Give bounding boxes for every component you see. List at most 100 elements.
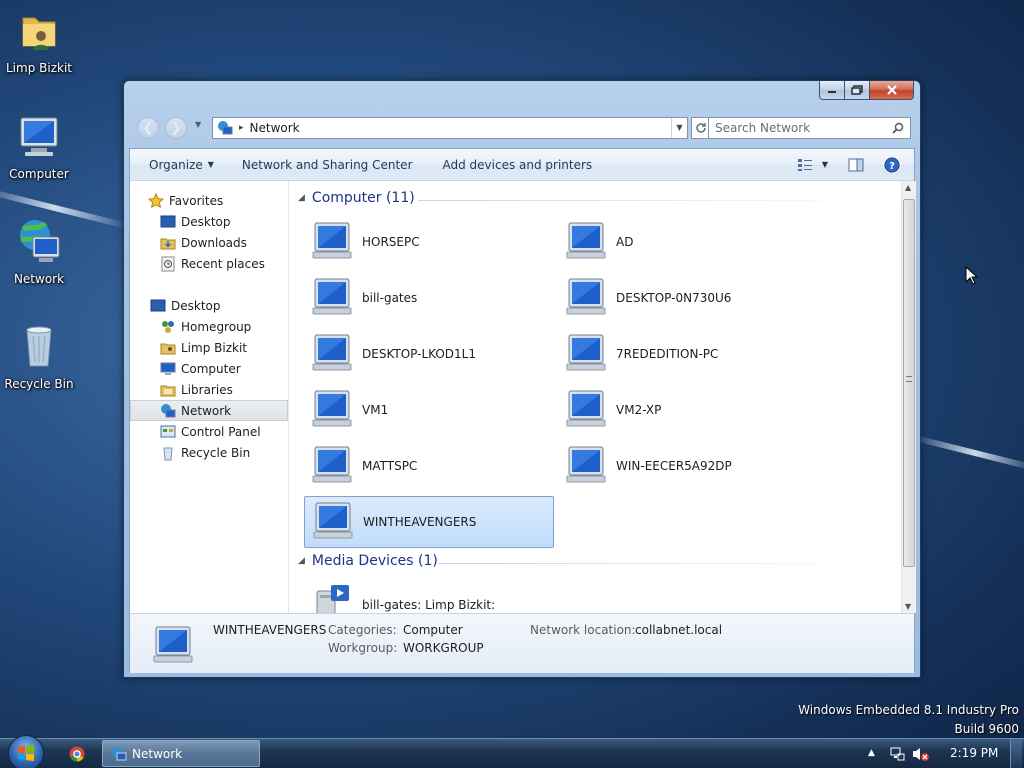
- minimize-button[interactable]: [819, 81, 845, 100]
- computer-tile-label: bill-gates: [362, 291, 418, 305]
- navigation-bar: ❮ ❯ ▼ ▸ Network ▼ Search Network: [132, 115, 914, 141]
- nav-item-label: Desktop: [181, 214, 231, 229]
- nav-item-control-panel[interactable]: Control Panel: [160, 421, 261, 442]
- libraries-icon: [160, 385, 176, 396]
- nav-item-libraries[interactable]: Libraries: [160, 379, 233, 400]
- computer-tile[interactable]: 7REDEDITION-PC: [558, 328, 808, 380]
- start-button[interactable]: [8, 735, 44, 768]
- computer-tile[interactable]: DESKTOP-LKOD1L1: [304, 328, 554, 380]
- close-button[interactable]: [870, 81, 914, 100]
- nav-item-label: Control Panel: [181, 424, 261, 439]
- desktop-icon-label: Computer: [9, 167, 69, 181]
- group-title: Computer (11): [311, 190, 415, 206]
- search-box[interactable]: Search Network: [708, 117, 911, 139]
- add-devices-printers-button[interactable]: Add devices and printers: [434, 149, 602, 180]
- nav-item-recent-places[interactable]: Recent places: [160, 253, 265, 274]
- control-panel-icon: [160, 425, 176, 437]
- network-icon: [112, 746, 127, 760]
- show-desktop-button[interactable]: [1010, 739, 1022, 768]
- nav-item-desktop-fav[interactable]: Desktop: [160, 211, 231, 232]
- computer-tile[interactable]: VM1: [304, 384, 554, 436]
- change-view-button[interactable]: ▼: [791, 149, 834, 180]
- nav-item-label: Libraries: [181, 382, 233, 397]
- search-icon[interactable]: [892, 122, 904, 134]
- windows-build-text: Build 9600: [954, 722, 1019, 736]
- window-client-area: Organize ▼ Network and Sharing Center Ad…: [129, 148, 916, 673]
- computer-icon: [312, 390, 352, 427]
- nav-item-computer[interactable]: Computer: [160, 358, 241, 379]
- computer-tile-label: 7REDEDITION-PC: [616, 347, 719, 361]
- nav-item-label: Limp Bizkit: [181, 340, 247, 355]
- forward-button[interactable]: ❯: [165, 117, 187, 139]
- group-header-media-devices[interactable]: ◢ Media Devices (1): [298, 553, 438, 569]
- back-arrow-icon: ❮: [142, 120, 154, 136]
- computer-tile[interactable]: MATTSPC: [304, 440, 554, 492]
- nav-item-homegroup[interactable]: Homegroup: [160, 316, 251, 337]
- navigation-pane: Favorites Desktop Downloads Recent place…: [130, 181, 289, 613]
- network-status-icon[interactable]: [889, 746, 905, 762]
- computer-tile[interactable]: WIN-EECER5A92DP: [558, 440, 808, 492]
- taskbar: Network ▲ 2:19 PM: [0, 735, 1024, 768]
- scrollbar-thumb[interactable]: [903, 199, 915, 567]
- computer-icon: [566, 278, 606, 315]
- group-header-computer[interactable]: ◢ Computer (11): [298, 190, 415, 206]
- nav-item-downloads[interactable]: Downloads: [160, 232, 247, 253]
- wallpaper-streak: [911, 434, 1024, 472]
- details-pane: WINTHEAVENGERS Categories: Computer Work…: [130, 613, 914, 673]
- desktop-icon-limp-bizkit[interactable]: Limp Bizkit: [0, 6, 78, 75]
- back-button[interactable]: ❮: [137, 117, 159, 139]
- breadcrumb-network[interactable]: Network: [250, 121, 300, 135]
- address-dropdown-icon[interactable]: ▼: [671, 118, 687, 138]
- vertical-scrollbar[interactable]: ▲ ▼: [901, 181, 916, 613]
- computer-tile[interactable]: bill-gates: [304, 272, 554, 324]
- recent-pages-chevron-icon[interactable]: ▼: [195, 120, 201, 129]
- chevron-down-icon: ▼: [821, 160, 828, 169]
- svg-text:?: ?: [889, 161, 895, 172]
- computer-tile[interactable]: DESKTOP-0N730U6: [558, 272, 808, 324]
- nav-item-recycle-bin[interactable]: Recycle Bin: [160, 442, 250, 463]
- nav-desktop[interactable]: Desktop: [150, 295, 221, 316]
- scroll-up-icon[interactable]: ▲: [905, 183, 911, 192]
- taskbar-network-window[interactable]: Network: [102, 740, 260, 767]
- nav-item-network[interactable]: Network: [130, 400, 288, 421]
- search-input[interactable]: Search Network: [715, 121, 810, 135]
- details-categories-label: Categories:: [328, 623, 397, 637]
- computer-tile[interactable]: VM2-XP: [558, 384, 808, 436]
- volume-muted-icon[interactable]: [912, 746, 930, 762]
- chrome-taskbar-button[interactable]: [62, 742, 92, 766]
- desktop-icon-network[interactable]: Network: [0, 217, 78, 286]
- explorer-window: ❮ ❯ ▼ ▸ Network ▼ Search Network Organiz…: [123, 80, 921, 678]
- help-button[interactable]: ?: [884, 157, 900, 173]
- restore-icon: [851, 85, 863, 95]
- computer-tile[interactable]: HORSEPC: [304, 216, 554, 268]
- desktop-icon-label: Limp Bizkit: [6, 61, 72, 75]
- network-icon: [161, 403, 176, 417]
- minimize-icon: [828, 91, 836, 93]
- forward-arrow-icon: ❯: [170, 120, 182, 136]
- media-device-item[interactable]: bill-gates: Limp Bizkit:: [304, 579, 554, 613]
- nav-item-label: Recent places: [181, 256, 265, 271]
- computer-tile[interactable]: WINTHEAVENGERS: [304, 496, 554, 548]
- taskbar-clock[interactable]: 2:19 PM: [950, 746, 998, 760]
- scroll-down-icon[interactable]: ▼: [905, 602, 911, 611]
- computer-icon: [312, 446, 352, 483]
- computer-tile[interactable]: AD: [558, 216, 808, 268]
- maximize-button[interactable]: [845, 81, 870, 100]
- preview-pane-button[interactable]: [848, 158, 864, 172]
- preview-pane-icon: [848, 158, 864, 171]
- help-icon: ?: [884, 157, 900, 172]
- details-categories-value: Computer: [403, 623, 463, 637]
- desktop-icon-recycle-bin[interactable]: Recycle Bin: [0, 322, 78, 391]
- computer-icon: [312, 278, 352, 315]
- nav-item-limp-bizkit[interactable]: Limp Bizkit: [160, 337, 247, 358]
- organize-button[interactable]: Organize ▼: [140, 149, 223, 180]
- nav-favorites[interactable]: Favorites: [148, 190, 223, 211]
- network-sharing-center-button[interactable]: Network and Sharing Center: [233, 149, 422, 180]
- desktop-icon-computer[interactable]: Computer: [0, 112, 78, 181]
- downloads-folder-icon: [160, 238, 176, 249]
- organize-label: Organize: [149, 157, 203, 172]
- address-bar[interactable]: ▸ Network ▼: [212, 117, 688, 139]
- show-hidden-icons-icon[interactable]: ▲: [868, 748, 875, 758]
- homegroup-icon: [162, 320, 174, 333]
- group-title: Media Devices (1): [311, 553, 438, 569]
